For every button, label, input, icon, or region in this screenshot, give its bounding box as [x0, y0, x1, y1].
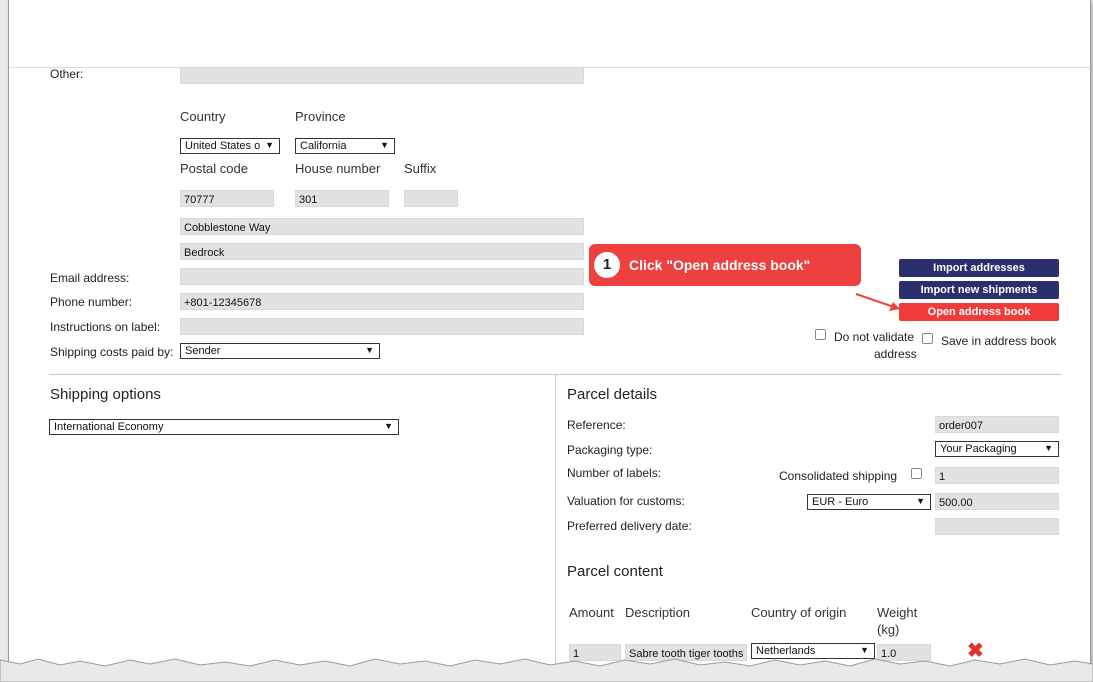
import-shipments-button[interactable]: Import new shipments	[899, 281, 1059, 299]
do-not-validate-label-line2: address	[874, 347, 917, 361]
reference-label: Reference:	[567, 418, 626, 432]
column-weight-unit: (kg)	[877, 622, 900, 637]
province-label: Province	[295, 109, 346, 124]
packaging-label: Packaging type:	[567, 443, 653, 457]
callout-text: Click "Open address book"	[629, 257, 811, 273]
parcel-details-title: Parcel details	[567, 386, 658, 403]
country-select[interactable]: United States o ▼	[180, 138, 280, 154]
country-label: Country	[180, 109, 226, 124]
shipping-service-select[interactable]: International Economy ▼	[49, 419, 399, 435]
packaging-select[interactable]: Your Packaging ▼	[935, 441, 1059, 457]
step-number: 1	[594, 252, 620, 278]
reference-input[interactable]: order007	[935, 416, 1059, 433]
instructions-input[interactable]	[180, 318, 584, 335]
column-weight: Weight	[877, 605, 918, 620]
instructions-label: Instructions on label:	[50, 320, 161, 334]
open-address-book-button[interactable]: Open address book	[899, 303, 1059, 321]
house-number-label: House number	[295, 161, 381, 176]
currency-select[interactable]: EUR - Euro ▼	[807, 494, 931, 510]
chevron-down-icon: ▼	[380, 140, 389, 150]
shipping-paid-select[interactable]: Sender ▼	[180, 343, 380, 359]
postal-code-label: Postal code	[180, 161, 248, 176]
chevron-down-icon: ▼	[384, 421, 393, 431]
import-addresses-button[interactable]: Import addresses	[899, 259, 1059, 277]
chevron-down-icon: ▼	[265, 140, 274, 150]
column-divider	[555, 374, 556, 668]
chevron-down-icon: ▼	[916, 496, 925, 506]
email-input[interactable]	[180, 268, 584, 285]
column-amount: Amount	[569, 605, 614, 620]
shipping-options-title: Shipping options	[50, 386, 161, 403]
postal-code-input[interactable]: 70777	[180, 190, 274, 207]
house-number-input[interactable]: 301	[295, 190, 389, 207]
instruction-callout: 1 Click "Open address book"	[589, 244, 861, 286]
shipment-form-page: Other: Country Province United States o …	[8, 0, 1091, 668]
phone-input[interactable]: +801-12345678	[180, 293, 584, 310]
valuation-input[interactable]: 500.00	[935, 493, 1059, 510]
street-input[interactable]: Cobblestone Way	[180, 218, 584, 235]
shipping-paid-value: Sender	[185, 345, 221, 357]
shipping-service-value: International Economy	[54, 421, 164, 433]
suffix-input[interactable]	[404, 190, 458, 207]
shipping-paid-label: Shipping costs paid by:	[50, 345, 174, 359]
consolidated-label: Consolidated shipping	[779, 469, 898, 483]
save-address-label: Save in address book	[941, 334, 1057, 348]
column-country: Country of origin	[751, 605, 847, 620]
phone-label: Phone number:	[50, 295, 133, 309]
suffix-label: Suffix	[404, 161, 437, 176]
labels-count-input[interactable]: 1	[935, 467, 1059, 484]
other-label: Other:	[50, 67, 84, 81]
save-address-checkbox[interactable]	[922, 333, 933, 344]
valuation-label: Valuation for customs:	[567, 494, 685, 508]
province-select[interactable]: California ▼	[295, 138, 395, 154]
email-label: Email address:	[50, 271, 130, 285]
delivery-date-input[interactable]	[935, 518, 1059, 535]
consolidated-checkbox[interactable]	[911, 468, 922, 479]
country-select-value: United States o	[185, 140, 261, 152]
province-select-value: California	[300, 140, 347, 152]
city-input[interactable]: Bedrock	[180, 243, 584, 260]
chevron-down-icon: ▼	[365, 345, 374, 355]
column-description: Description	[625, 605, 691, 620]
labels-count-label: Number of labels:	[567, 466, 662, 480]
parcel-content-title: Parcel content	[567, 563, 663, 580]
do-not-validate-label: Do not validate	[834, 330, 915, 344]
other-input[interactable]	[180, 67, 584, 84]
packaging-value: Your Packaging	[940, 443, 1017, 455]
delivery-date-label: Preferred delivery date:	[567, 519, 692, 533]
torn-edge-decoration	[0, 658, 1093, 682]
do-not-validate-checkbox[interactable]	[815, 329, 826, 340]
callout-arrow-icon	[855, 293, 900, 311]
currency-value: EUR - Euro	[812, 496, 869, 508]
chevron-down-icon: ▼	[1044, 443, 1053, 453]
